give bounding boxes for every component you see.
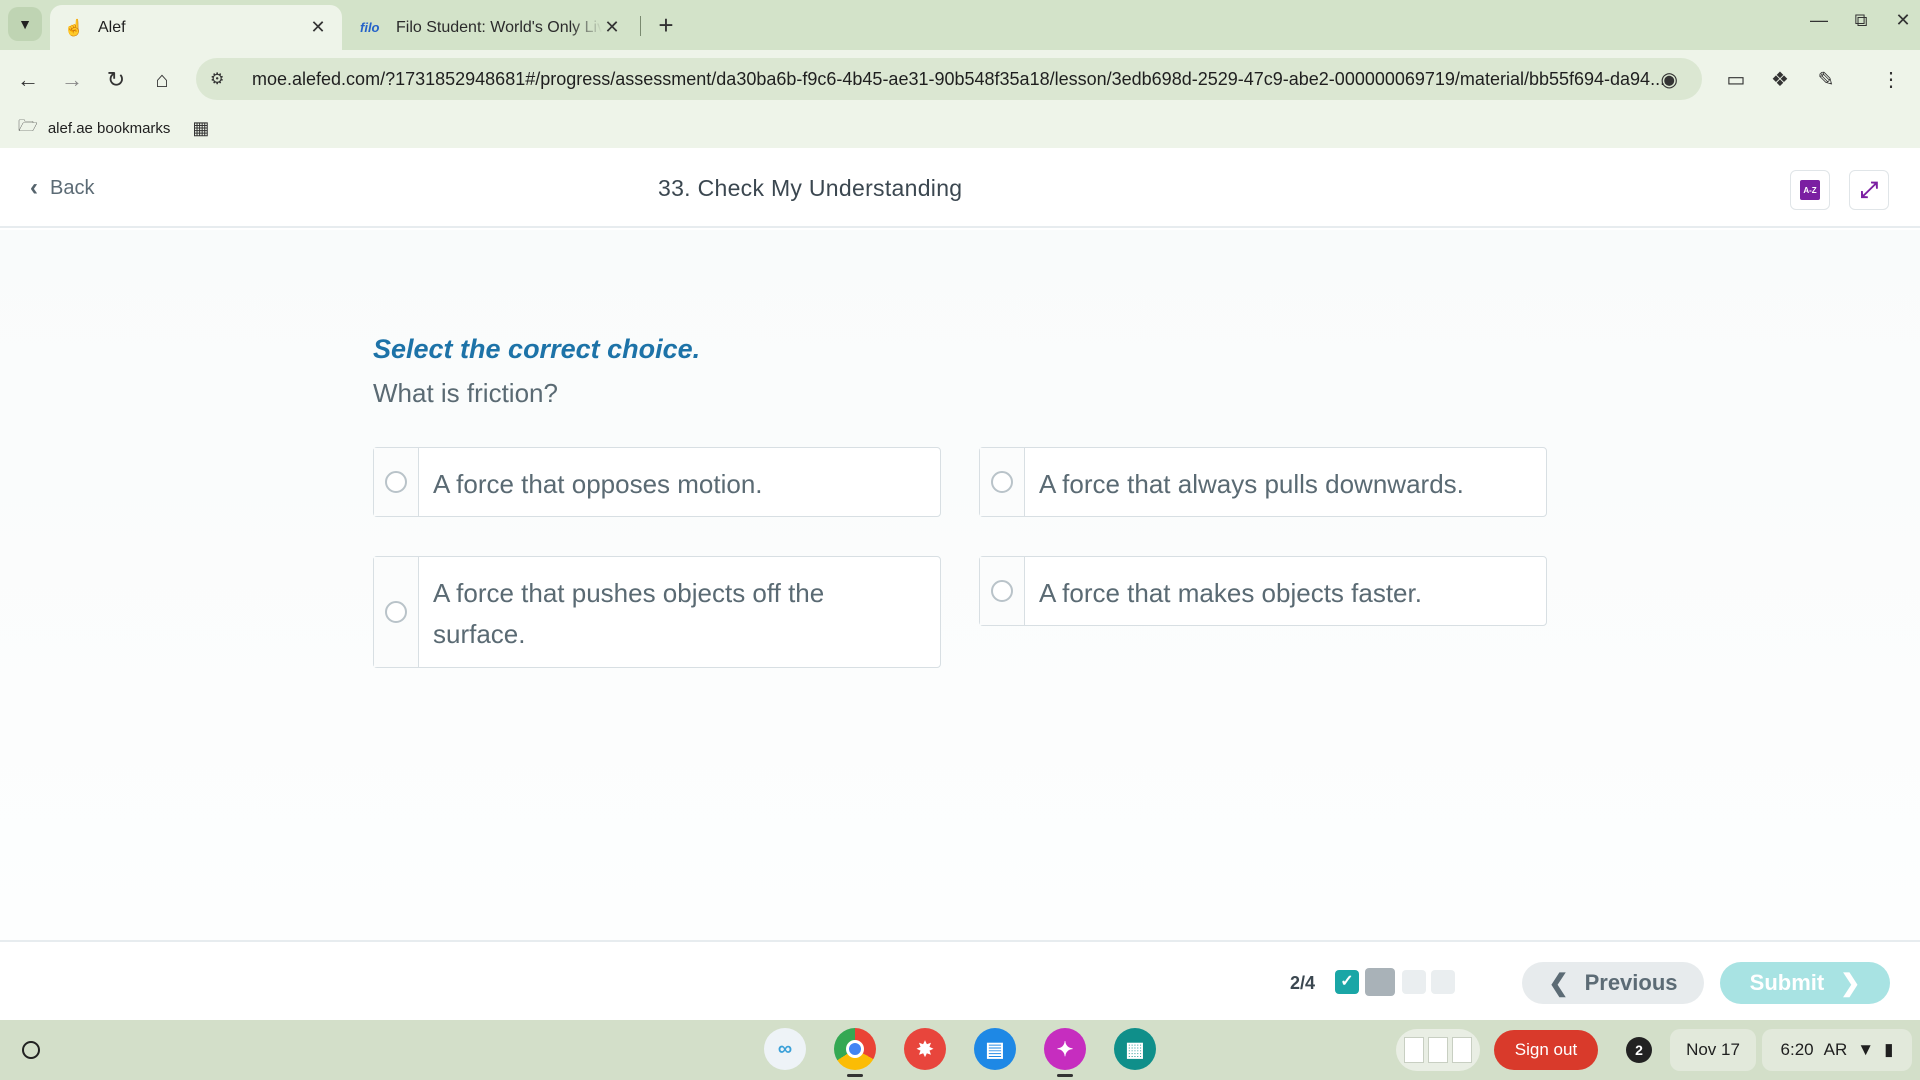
- launcher-button[interactable]: [14, 1033, 48, 1067]
- tote-thumbnail: [1404, 1037, 1424, 1063]
- minimize-icon[interactable]: —: [1804, 10, 1834, 31]
- choice-option-3[interactable]: A force that pushes objects off the surf…: [373, 556, 941, 668]
- radio-button[interactable]: [991, 580, 1013, 602]
- date-tray[interactable]: Nov 17: [1670, 1029, 1756, 1071]
- app-infinity-icon[interactable]: ∞: [764, 1028, 806, 1070]
- home-icon[interactable]: ⌂: [146, 64, 178, 96]
- apps-grid-icon[interactable]: ▦: [192, 118, 209, 139]
- tab-alef[interactable]: ☝ Alef ✕: [50, 5, 342, 50]
- submit-button[interactable]: Submit ❯: [1720, 962, 1890, 1004]
- browser-toolbar: ← → ↻ ⌂ ⚙ moe.alefed.com/?1731852948681#…: [0, 50, 1920, 108]
- question-area: Select the correct choice. What is frict…: [0, 230, 1920, 940]
- progress-step[interactable]: [1402, 970, 1426, 994]
- choice-option-1[interactable]: A force that opposes motion.: [373, 447, 941, 517]
- radio-cell: [374, 448, 419, 516]
- radio-button[interactable]: [991, 471, 1013, 493]
- chevron-right-icon: ❯: [1840, 969, 1861, 997]
- forward-arrow-icon[interactable]: →: [56, 64, 88, 96]
- new-tab-button[interactable]: +: [650, 10, 682, 40]
- tab-close-icon[interactable]: ✕: [602, 17, 622, 38]
- choice-label: A force that makes objects faster.: [1039, 578, 1422, 608]
- kebab-menu-icon[interactable]: ⋮: [1875, 64, 1907, 96]
- progress-step-current[interactable]: [1365, 968, 1395, 996]
- folder-icon: 🗁: [18, 117, 38, 135]
- canvas-app-icon[interactable]: ✦: [1044, 1028, 1086, 1070]
- submit-label: Submit: [1749, 970, 1825, 995]
- alef-favicon-icon: ☝: [64, 19, 84, 37]
- tote-holding-space[interactable]: [1396, 1029, 1480, 1071]
- back-arrow-icon[interactable]: ←: [12, 64, 44, 96]
- fullscreen-button[interactable]: ⤢: [1849, 170, 1889, 210]
- progress-step-completed[interactable]: ✓: [1335, 970, 1359, 994]
- choice-option-2[interactable]: A force that always pulls downwards.: [979, 447, 1547, 517]
- notification-badge[interactable]: 2: [1626, 1037, 1652, 1063]
- chrome-center: [846, 1040, 864, 1058]
- status-tray[interactable]: 6:20 AR ▼ ▮: [1762, 1029, 1912, 1071]
- assessment-footer: 2/4 ✓ ❮ Previous Submit ❯: [0, 940, 1920, 1020]
- lesson-header: ‹ Back 33. Check My Understanding A-Z ⤢: [0, 148, 1920, 228]
- input-method: AR: [1823, 1040, 1848, 1059]
- tab-title: Alef: [98, 18, 126, 36]
- launcher-icon: [22, 1041, 40, 1059]
- files-folder-icon[interactable]: ▤: [974, 1028, 1016, 1070]
- radio-button[interactable]: [385, 601, 407, 623]
- filo-favicon-icon: filo: [360, 20, 380, 35]
- checkmark-icon: ✓: [1340, 973, 1354, 990]
- site-settings-icon[interactable]: ⚙: [210, 69, 234, 89]
- tote-thumbnail: [1428, 1037, 1448, 1063]
- window-close-icon[interactable]: ✕: [1888, 10, 1918, 31]
- bookmarks-bar: 🗁 alef.ae bookmarks ▦: [0, 108, 1920, 148]
- chevron-left-icon: ‹: [30, 174, 38, 201]
- wifi-icon: ▼: [1857, 1040, 1875, 1059]
- question-prompt: What is friction?: [373, 378, 558, 408]
- back-button[interactable]: ‹ Back: [30, 174, 94, 202]
- reload-icon[interactable]: ↻: [100, 64, 132, 96]
- radio-cell: [980, 557, 1025, 625]
- back-label: Back: [50, 176, 95, 199]
- cast-icon[interactable]: ▭: [1720, 64, 1752, 96]
- tab-title: Filo Student: World's Only Live Instant …: [396, 18, 602, 36]
- bookmark-folder[interactable]: 🗁 alef.ae bookmarks: [18, 115, 170, 142]
- progress-step[interactable]: [1431, 970, 1455, 994]
- dictionary-icon: A-Z: [1800, 180, 1820, 200]
- address-bar[interactable]: ⚙ moe.alefed.com/?1731852948681#/progres…: [196, 58, 1702, 100]
- paint-palette-icon[interactable]: ✸: [904, 1028, 946, 1070]
- chrome-icon[interactable]: [834, 1028, 876, 1070]
- chevron-left-icon: ❮: [1548, 969, 1569, 997]
- tab-separator: [640, 16, 641, 36]
- choice-option-4[interactable]: A force that makes objects faster.: [979, 556, 1547, 626]
- question-instruction: Select the correct choice.: [373, 334, 701, 364]
- glossary-button[interactable]: A-Z: [1790, 170, 1830, 210]
- battery-icon: ▮: [1884, 1040, 1894, 1059]
- choice-label: A force that always pulls downwards.: [1039, 469, 1464, 499]
- chevron-down-icon: ▼: [18, 16, 32, 32]
- bookmark-label: alef.ae bookmarks: [47, 119, 171, 137]
- classroom-app-icon[interactable]: ▦: [1114, 1028, 1156, 1070]
- restore-icon[interactable]: ⧉: [1846, 10, 1876, 31]
- running-indicator: [1057, 1074, 1073, 1077]
- tab-search-button[interactable]: ▼: [8, 7, 42, 41]
- running-indicator: [847, 1074, 863, 1077]
- previous-label: Previous: [1584, 970, 1678, 995]
- tab-close-icon[interactable]: ✕: [308, 17, 328, 38]
- extension-puzzle-icon[interactable]: ❖: [1764, 64, 1796, 96]
- tab-filo[interactable]: filo Filo Student: World's Only Live Ins…: [346, 5, 636, 50]
- radio-cell: [374, 557, 419, 667]
- radio-button[interactable]: [385, 471, 407, 493]
- radio-cell: [980, 448, 1025, 516]
- os-shelf: ∞ ✸ ▤ ✦ ▦ Sign out 2 Nov 17 6:20 AR ▼ ▮: [0, 1020, 1920, 1080]
- browser-tab-strip: ▼ ☝ Alef ✕ filo Filo Student: World's On…: [0, 0, 1920, 50]
- page-title: 33. Check My Understanding: [658, 175, 963, 201]
- clock-time: 6:20: [1780, 1040, 1814, 1059]
- question-progress: 2/4: [1290, 973, 1316, 993]
- tote-thumbnail: [1452, 1037, 1472, 1063]
- previous-button[interactable]: ❮ Previous: [1522, 962, 1704, 1004]
- location-pin-icon[interactable]: ◉: [1661, 67, 1678, 92]
- extensions-icon[interactable]: ✎: [1810, 64, 1842, 96]
- url-text: moe.alefed.com/?1731852948681#/progress/…: [252, 68, 1666, 89]
- choice-label: A force that pushes objects off the surf…: [433, 578, 825, 649]
- choice-label: A force that opposes motion.: [433, 469, 763, 499]
- sign-out-button[interactable]: Sign out: [1494, 1030, 1598, 1070]
- expand-icon: ⤢: [1860, 177, 1878, 202]
